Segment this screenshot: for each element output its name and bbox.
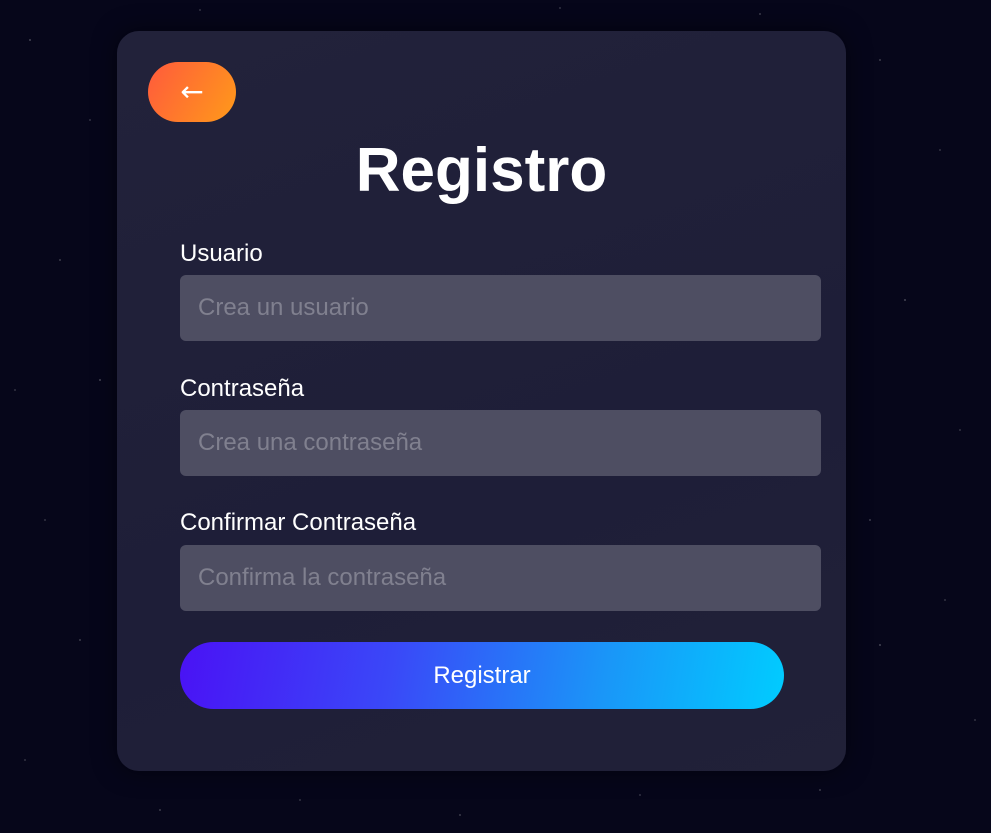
- register-card: ← Registro Usuario Contraseña Confirmar …: [117, 31, 846, 771]
- password-label: Contraseña: [180, 375, 305, 402]
- password-input[interactable]: [180, 410, 821, 476]
- back-button[interactable]: ←: [148, 62, 236, 122]
- confirm-password-input[interactable]: [180, 545, 821, 611]
- page-title: Registro: [355, 136, 608, 205]
- username-input[interactable]: [180, 275, 821, 341]
- arrow-left-icon: ←: [180, 75, 204, 108]
- username-label: Usuario: [180, 240, 263, 267]
- confirm-password-label: Confirmar Contraseña: [180, 509, 417, 536]
- register-button[interactable]: Registrar: [180, 642, 784, 709]
